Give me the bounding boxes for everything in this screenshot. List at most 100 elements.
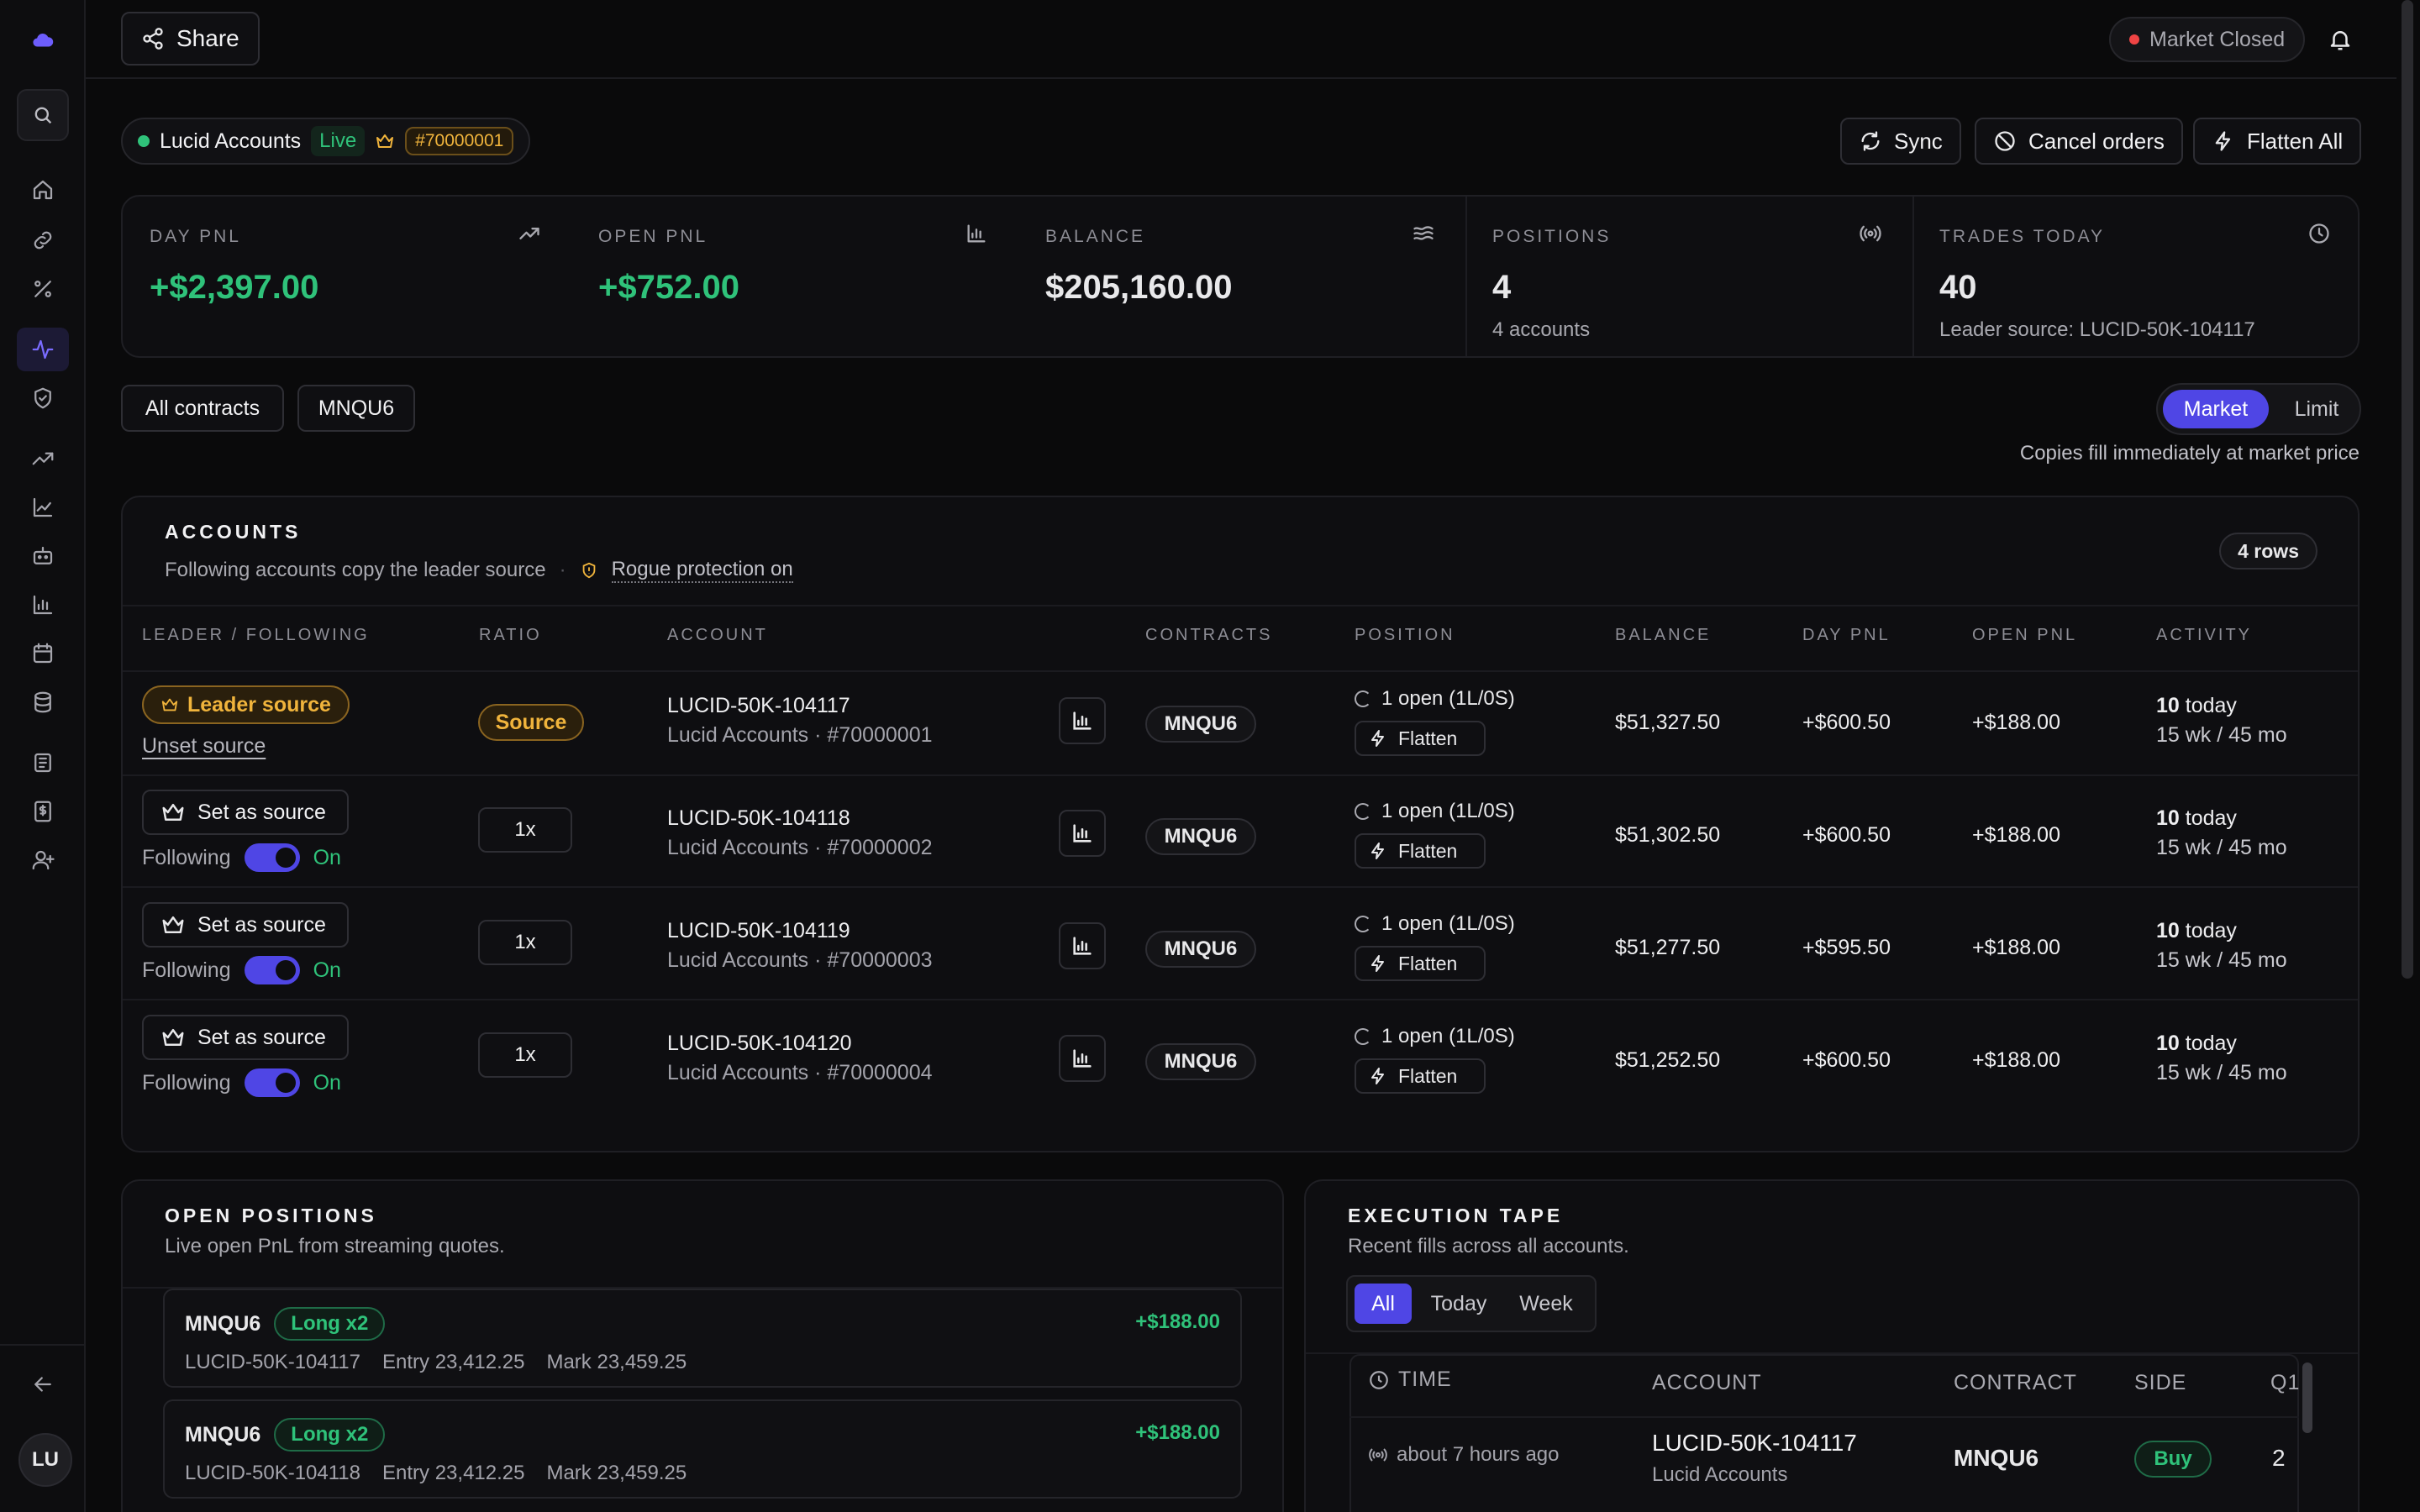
following-label: Following (142, 845, 231, 869)
account-chart-button[interactable] (1059, 1035, 1106, 1082)
position-item[interactable]: MNQU6 Long x2 +$188.00 LUCID-50K-104117 … (163, 1289, 1242, 1388)
account-chart-button[interactable] (1059, 697, 1106, 744)
share-button[interactable]: Share (121, 12, 260, 66)
account-chart-button[interactable] (1059, 922, 1106, 969)
activity-sub: 15 wk / 45 mo (2156, 836, 2287, 859)
filter-contract-mnqu6[interactable]: MNQU6 (297, 385, 415, 432)
unset-source-link[interactable]: Unset source (142, 734, 266, 759)
loading-spinner-icon (1355, 916, 1371, 932)
nav-line-chart[interactable] (17, 486, 69, 529)
account-cell[interactable]: LUCID-50K-104118 Lucid Accounts · #70000… (667, 806, 933, 860)
flatten-button[interactable]: Flatten (1355, 833, 1486, 869)
cloud-logo-icon[interactable] (17, 18, 69, 62)
order-type-limit[interactable]: Limit (2277, 390, 2356, 428)
notifications-button[interactable] (2321, 20, 2360, 59)
set-source-label: Set as source (197, 800, 326, 824)
account-selector[interactable]: Lucid Accounts Live #70000001 (121, 118, 531, 165)
order-type-toggle: Market Limit (2156, 383, 2361, 435)
filter-all-contracts[interactable]: All contracts (121, 385, 284, 432)
activity-cell: 10 today 15 wk / 45 mo (2156, 919, 2287, 973)
following-toggle[interactable] (244, 956, 300, 984)
day-pnl-cell: +$600.50 (1802, 823, 1891, 847)
search-icon (34, 107, 52, 124)
account-chart-button[interactable] (1059, 810, 1106, 857)
avatar[interactable]: LU (18, 1433, 72, 1487)
rogue-protection-link[interactable]: Rogue protection on (611, 558, 793, 583)
open-pnl-cell: +$188.00 (1972, 711, 2060, 734)
following-toggle[interactable] (244, 843, 300, 872)
nav-percent[interactable] (17, 267, 69, 311)
tape-col-time[interactable]: TIME (1368, 1368, 1452, 1392)
stat-positions: POSITIONS 4 4 accounts (1492, 227, 1611, 342)
bolt-icon (1371, 1068, 1384, 1084)
nav-billing[interactable] (17, 790, 69, 833)
order-type-hint: Copies fill immediately at market price (2019, 442, 2360, 465)
position-pnl: +$188.00 (1135, 1310, 1220, 1333)
share-icon (143, 28, 163, 50)
nav-links[interactable] (17, 218, 69, 262)
flatten-button[interactable]: Flatten (1355, 946, 1486, 981)
rows-count-badge: 4 rows (2219, 533, 2317, 570)
set-as-source-button[interactable]: Set as source (142, 902, 349, 948)
ratio-input[interactable]: 1x (478, 920, 572, 965)
collapse-sidebar-button[interactable] (17, 1362, 69, 1406)
flatten-button[interactable]: Flatten (1355, 721, 1486, 756)
search-button[interactable] (17, 89, 69, 141)
account-id: LUCID-50K-104119 (667, 919, 850, 942)
ratio-input[interactable]: 1x (478, 807, 572, 853)
cancel-orders-button[interactable]: Cancel orders (1975, 118, 2183, 165)
day-pnl-cell: +$600.50 (1802, 1048, 1891, 1072)
bar-chart-icon (1073, 1049, 1092, 1068)
position-open-count: 1 open (1L/0S) (1381, 687, 1515, 710)
page-scrollbar[interactable] (2402, 0, 2413, 979)
nav-shield[interactable] (17, 376, 69, 420)
position-item[interactable]: MNQU6 Long x2 +$188.00 LUCID-50K-104118 … (163, 1399, 1242, 1499)
nav-add-user[interactable] (17, 838, 69, 882)
account-cell[interactable]: LUCID-50K-104120 Lucid Accounts · #70000… (667, 1032, 933, 1085)
nav-database[interactable] (17, 680, 69, 724)
flatten-all-button[interactable]: Flatten All (2193, 118, 2362, 165)
set-as-source-button[interactable]: Set as source (142, 1015, 349, 1060)
sync-button[interactable]: Sync (1840, 118, 1961, 165)
account-id: LUCID-50K-104117 (667, 694, 850, 717)
account-cell[interactable]: LUCID-50K-104119 Lucid Accounts · #70000… (667, 919, 933, 973)
col-header: OPEN PNL (1972, 626, 2078, 644)
nav-calendar[interactable] (17, 632, 69, 675)
stat-sub: Leader source: LUCID-50K-104117 (1939, 318, 2255, 341)
sidebar-divider (0, 1344, 86, 1346)
nav-bar-chart[interactable] (17, 583, 69, 627)
bolt-icon (1371, 843, 1384, 859)
account-cell[interactable]: LUCID-50K-104117 Lucid Accounts · #70000… (667, 694, 933, 748)
ratio-input[interactable]: 1x (478, 1032, 572, 1078)
tab-all[interactable]: All (1355, 1284, 1412, 1324)
tab-today[interactable]: Today (1418, 1284, 1499, 1324)
crown-icon (162, 804, 184, 821)
following-toggle[interactable] (244, 1068, 300, 1097)
nav-trending[interactable] (17, 437, 69, 480)
nav-bot[interactable] (17, 534, 69, 578)
tape-col-account: ACCOUNT (1652, 1371, 1762, 1394)
set-as-source-button[interactable]: Set as source (142, 790, 349, 835)
col-header: RATIO (479, 626, 542, 644)
flatten-label: Flatten (1398, 727, 1458, 749)
position-status: 1 open (1L/0S) (1355, 1025, 1515, 1048)
ban-icon (1995, 131, 2015, 151)
tape-scrollbar[interactable] (2302, 1362, 2312, 1433)
nav-home[interactable] (17, 168, 69, 212)
nav-journal[interactable] (17, 741, 69, 785)
stat-value: 4 (1492, 269, 1512, 306)
tape-row-time: about 7 hours ago (1368, 1443, 1560, 1467)
position-entry: Entry 23,412.25 (382, 1462, 525, 1484)
position-mark: Mark 23,459.25 (546, 1351, 687, 1373)
tab-week[interactable]: Week (1506, 1284, 1586, 1324)
toggle-on-label: On (313, 958, 341, 982)
flatten-button[interactable]: Flatten (1355, 1058, 1486, 1094)
bar-chart-icon (1073, 711, 1092, 730)
order-type-market[interactable]: Market (2163, 390, 2269, 428)
execution-tape-subtitle: Recent fills across all accounts. (1348, 1235, 1629, 1257)
nav-activity[interactable] (17, 328, 69, 371)
live-dot (138, 135, 150, 147)
table-row-divider (123, 886, 2358, 888)
balance-cell: $51,327.50 (1615, 711, 1721, 734)
separator-dot: · (559, 559, 566, 581)
